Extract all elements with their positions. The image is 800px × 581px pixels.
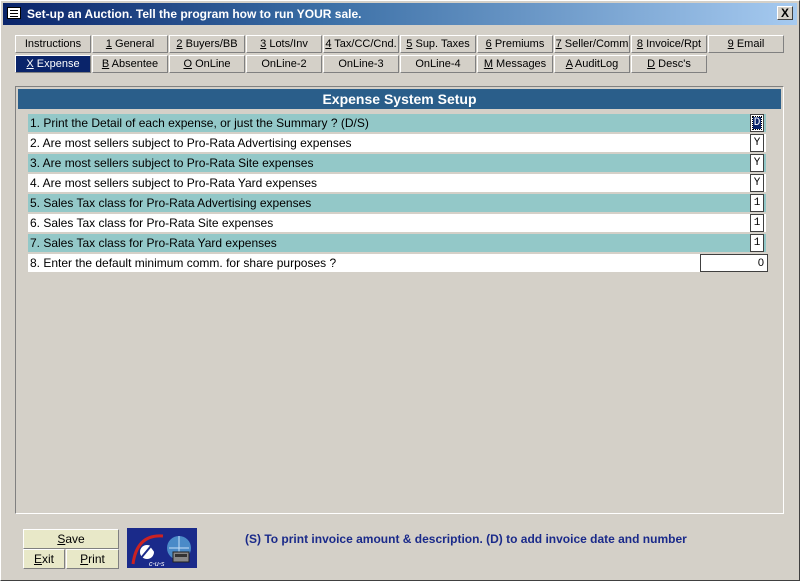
setting-label: 3. Are most sellers subject to Pro-Rata …: [30, 156, 314, 170]
tab-online[interactable]: O OnLine: [169, 55, 245, 73]
setting-label: 8. Enter the default minimum comm. for s…: [30, 256, 337, 270]
setting-label: 7. Sales Tax class for Pro-Rata Yard exp…: [30, 236, 277, 250]
setting-label: 2. Are most sellers subject to Pro-Rata …: [30, 136, 352, 150]
tab-absentee[interactable]: B Absentee: [92, 55, 168, 73]
tab-label: OnLine-3: [338, 58, 384, 70]
tab-accelerator: D: [647, 58, 656, 70]
tab-seller-comm[interactable]: 7 Seller/Comm: [554, 35, 630, 53]
tab-premiums[interactable]: 6 Premiums: [477, 35, 553, 53]
tab-buyers[interactable]: 2 Buyers/BB: [169, 35, 245, 53]
close-button[interactable]: X: [777, 6, 793, 20]
setting-row-min-comm: 8. Enter the default minimum comm. for s…: [28, 254, 712, 272]
tab-online-3[interactable]: OnLine-3: [323, 55, 399, 73]
print-button[interactable]: Print: [66, 549, 119, 569]
tab-descs[interactable]: D Desc's: [631, 55, 707, 73]
tab-label: OnLine-4: [415, 58, 461, 70]
logo-text: c-u-s: [149, 561, 165, 568]
setting-label: 4. Are most sellers subject to Pro-Rata …: [30, 176, 318, 190]
title-bar: Set-up an Auction. Tell the program how …: [3, 3, 797, 25]
input-value: D: [751, 116, 763, 130]
tab-label: AuditLog: [572, 58, 619, 70]
tab-messages[interactable]: M Messages: [477, 55, 553, 73]
tab-label: Absentee: [109, 58, 159, 70]
tab-label: General: [111, 38, 155, 50]
help-hint: (S) To print invoice amount & descriptio…: [245, 532, 687, 546]
tab-label: Desc's: [655, 58, 691, 70]
tab-label: Sup. Taxes: [412, 38, 470, 50]
yard-input[interactable]: Y: [750, 174, 764, 192]
tab-label: Tax/CC/Cnd.: [331, 38, 397, 50]
advertising-input[interactable]: Y: [750, 134, 764, 152]
tab-lots[interactable]: 3 Lots/Inv: [246, 35, 322, 53]
min-comm-input[interactable]: 0: [700, 254, 768, 272]
tab-online-4[interactable]: OnLine-4: [400, 55, 476, 73]
setting-row-tax-advertising: 5. Sales Tax class for Pro-Rata Advertis…: [28, 194, 766, 212]
tab-tax[interactable]: 4 Tax/CC/Cnd.: [323, 35, 399, 53]
tax-yard-input[interactable]: 1: [750, 234, 764, 252]
tab-label: Invoice/Rpt: [643, 38, 702, 50]
tab-accelerator: O: [183, 58, 193, 70]
tab-auditlog[interactable]: A AuditLog: [554, 55, 630, 73]
tax-advertising-input[interactable]: 1: [750, 194, 764, 212]
exit-button[interactable]: Exit: [23, 549, 65, 569]
tab-expense[interactable]: X Expense: [15, 55, 91, 73]
tab-label: Buyers/BB: [182, 38, 238, 50]
tab-sup-taxes[interactable]: 5 Sup. Taxes: [400, 35, 476, 53]
tab-accelerator: M: [483, 58, 493, 70]
tab-instructions[interactable]: Instructions: [15, 35, 91, 53]
logo-graphic: c-u-s: [131, 534, 191, 568]
setting-label: 1. Print the Detail of each expense, or …: [30, 116, 369, 130]
setting-label: 5. Sales Tax class for Pro-Rata Advertis…: [30, 196, 312, 210]
tab-label: Seller/Comm: [561, 38, 629, 50]
tab-label: Messages: [492, 58, 547, 70]
tab-label: Expense: [33, 58, 80, 70]
setting-row-print-detail: 1. Print the Detail of each expense, or …: [28, 114, 766, 132]
button-label: rint: [88, 552, 105, 566]
tax-site-input[interactable]: 1: [750, 214, 764, 232]
tab-invoice-rpt[interactable]: 8 Invoice/Rpt: [631, 35, 707, 53]
tab-email[interactable]: 9 Email: [708, 35, 784, 53]
tab-label: OnLine: [192, 58, 231, 70]
panel-title: Expense System Setup: [18, 89, 781, 109]
save-button[interactable]: Save: [23, 529, 119, 549]
tab-label: Email: [733, 38, 765, 50]
tab-label: Lots/Inv: [266, 38, 308, 50]
setting-label: 6. Sales Tax class for Pro-Rata Site exp…: [30, 216, 274, 230]
setting-row-tax-yard: 7. Sales Tax class for Pro-Rata Yard exp…: [28, 234, 766, 252]
tab-accelerator: X: [26, 58, 34, 70]
button-label: ave: [65, 532, 85, 546]
tab-general[interactable]: 1 General: [92, 35, 168, 53]
tab-label: Instructions: [24, 38, 82, 50]
main-window: Set-up an Auction. Tell the program how …: [0, 0, 800, 581]
window-title: Set-up an Auction. Tell the program how …: [27, 7, 362, 21]
print-detail-input[interactable]: D: [750, 114, 764, 132]
button-accelerator: P: [80, 552, 89, 566]
site-input[interactable]: Y: [750, 154, 764, 172]
setting-row-yard: 4. Are most sellers subject to Pro-Rata …: [28, 174, 766, 192]
tab-label: Premiums: [491, 38, 545, 50]
setting-row-site: 3. Are most sellers subject to Pro-Rata …: [28, 154, 766, 172]
setting-row-advertising: 2. Are most sellers subject to Pro-Rata …: [28, 134, 766, 152]
expense-setup-panel: Expense System Setup 1. Print the Detail…: [15, 86, 784, 514]
tab-online-2[interactable]: OnLine-2: [246, 55, 322, 73]
button-label: xit: [42, 552, 54, 566]
button-accelerator: E: [33, 552, 42, 566]
cus-logo: c-u-s: [127, 528, 197, 568]
tab-label: OnLine-2: [261, 58, 307, 70]
app-icon: [7, 7, 21, 19]
setting-row-tax-site: 6. Sales Tax class for Pro-Rata Site exp…: [28, 214, 766, 232]
